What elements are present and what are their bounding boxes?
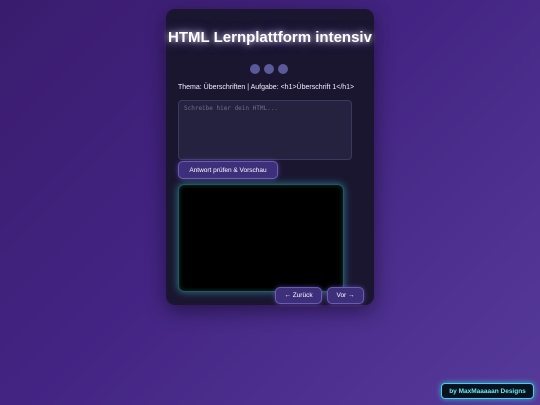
preview-pane — [178, 184, 344, 292]
back-button[interactable]: ← Zurück — [275, 287, 322, 304]
app-title: HTML Lernplattform intensiv — [168, 29, 372, 46]
progress-dot-3 — [278, 64, 288, 74]
progress-dot-2 — [264, 64, 274, 74]
task-description: Thema: Überschriften | Aufgabe: <h1>Über… — [178, 84, 355, 91]
progress-dot-1 — [250, 64, 260, 74]
progress-dots — [250, 64, 288, 74]
next-button[interactable]: Vor → — [327, 287, 364, 304]
credit-badge: by MaxMaaaaan Designs — [441, 383, 534, 399]
learning-card: HTML Lernplattform intensiv Thema: Übers… — [166, 9, 374, 305]
check-answer-button[interactable]: Antwort prüfen & Vorschau — [178, 161, 278, 179]
html-editor-input[interactable] — [178, 100, 352, 160]
